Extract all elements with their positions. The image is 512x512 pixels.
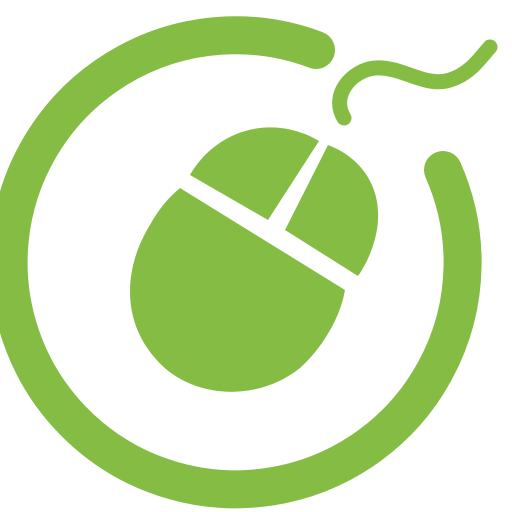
computer-mouse-icon xyxy=(0,16,498,509)
mouse-logo xyxy=(0,0,512,512)
mouse-cable xyxy=(332,39,498,126)
